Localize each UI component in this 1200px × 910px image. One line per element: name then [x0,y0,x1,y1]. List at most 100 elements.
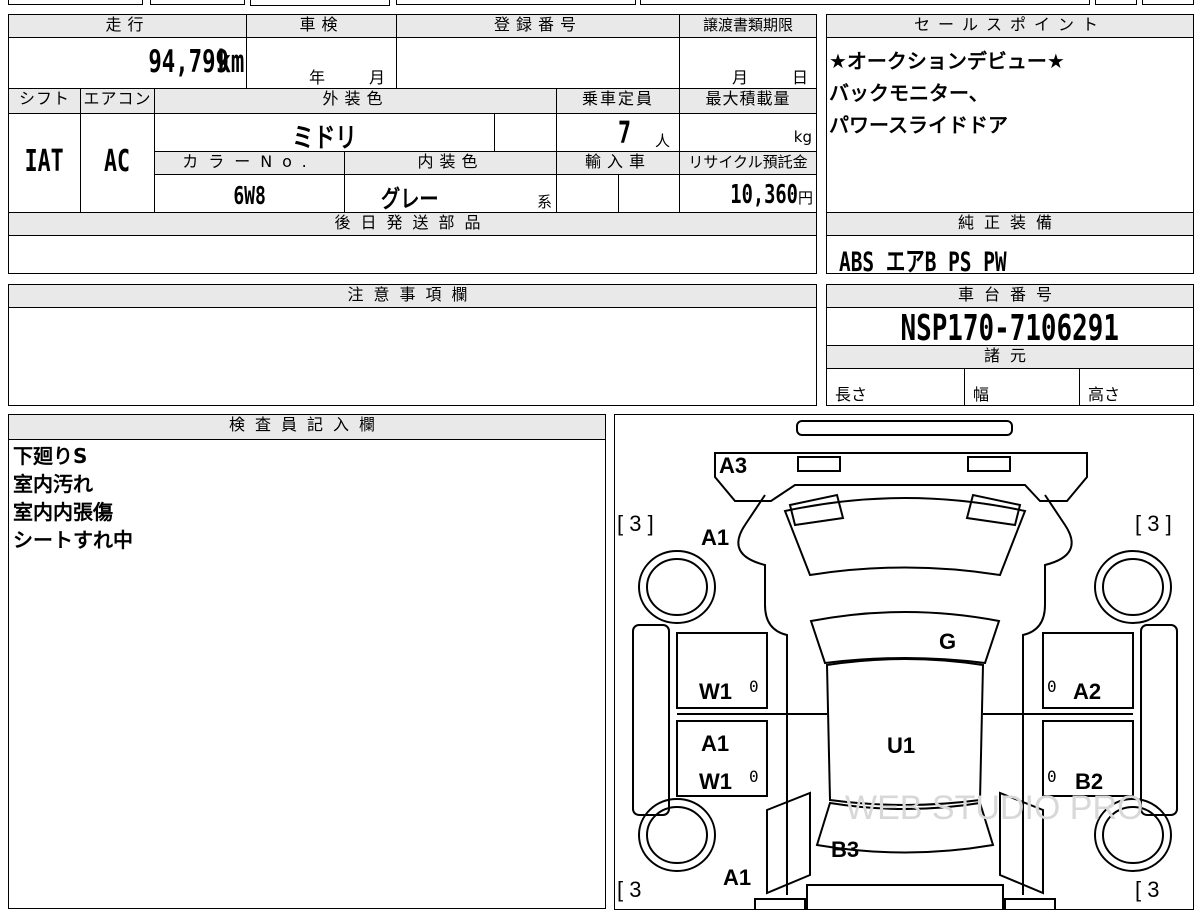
wheel-rear-left [638,798,716,872]
spec-height-cell: 高さ [1079,368,1194,406]
side-step-right [1140,624,1178,816]
import-cell-b [618,174,680,213]
import-header: 輸入車 [556,151,680,175]
recycle-cell: 10,360円 [679,174,817,213]
color-no-cell: 6W8 [154,174,345,213]
spec-width-cell: 幅 [964,368,1080,406]
mark-rear-left-door-a: A1 [701,731,730,756]
ac-value: AC [104,144,131,179]
shift-value: IAT [24,144,65,179]
wheel-front-left-inner [646,558,708,616]
chassis-cell: NSP170-7106291 [826,307,1194,349]
front-bumper-outline [714,452,1088,502]
notes-cell [8,307,817,406]
recycle-header: リサイクル預託金 [679,151,817,175]
notes-header: 注意事項欄 [8,284,817,308]
interior-color-header: 内装色 [344,151,557,175]
mark-rear-left-door-w: W1 [699,769,732,794]
transfer-month-label: 月 [732,68,749,87]
mileage-header: 走行 [8,14,247,38]
headlight-left [797,456,841,472]
exterior-color-value: ミドリ [292,123,357,154]
inspector-note-2: 室内汚れ [13,472,93,496]
hood-outline [783,497,1027,577]
interior-color-cell: グレー 系 [344,174,557,213]
spec-height-label: 高さ [1088,385,1121,404]
spec-length-cell: 長さ [826,368,965,406]
wheel-rear-left-inner [646,806,708,864]
inspector-notes-cell: 下廻りS 室内汚れ 室内内張傷 シートすれ中 [8,439,606,909]
mark-front-left-fender: A1 [701,525,730,550]
registration-cell [396,37,680,89]
capacity-unit: 人 [655,132,671,150]
tail-left [754,898,806,909]
top-cutoff-strip [0,0,1200,8]
inspector-note-3: 室内内張傷 [13,500,113,524]
selling-points-cell: ★オークションデビュー★ バックモニター、 パワースライドドア [826,37,1194,213]
front-grille-outline [796,420,1013,436]
inspection-year-label: 年 [309,68,326,87]
recycle-unit: 円 [797,189,813,207]
exterior-color-extra-cell [494,113,557,152]
windshield-outline [809,611,1001,665]
tire-tread-front-right: [ 3 ] [1135,511,1172,536]
inspection-month-label: 月 [369,68,386,87]
max-load-unit: kg [793,128,812,146]
transfer-deadline-header: 譲渡書類期限 [679,14,817,38]
chassis-header: 車台番号 [826,284,1194,308]
mark-trunk: B3 [831,837,860,862]
exterior-color-header: 外装色 [154,88,557,114]
interior-color-value: グレー [381,185,439,213]
wheel-front-left [638,550,716,624]
grille-left [788,493,845,527]
registration-header: 登録番号 [396,14,680,38]
genuine-equipment-value: ABS エアB PS PW [839,247,1007,278]
selling-points-header: セールスポイント [826,14,1194,38]
shift-cell: IAT [8,113,81,213]
mileage-cell: 94,799km [8,37,247,89]
interior-color-suffix: 系 [536,193,552,211]
mileage-unit: km [217,44,244,80]
tail-right [1004,898,1056,909]
mark-hood: G [939,629,957,654]
body-outline [737,494,788,895]
transfer-day-label: 日 [792,68,809,87]
selling-point-3: パワースライドドア [829,113,1008,137]
capacity-header: 乗車定員 [556,88,680,114]
inspector-note-1: 下廻りS [13,444,88,468]
later-parts-header: 後日発送部品 [8,212,817,236]
tire-tread-rear-right: [ 3 [1135,877,1160,902]
genuine-equipment-cell: ABS エアB PS PW [826,235,1194,278]
mark-front-bumper: A3 [719,453,748,478]
selling-point-1: ★オークションデビュー★ [829,49,1065,73]
car-diagram-panel: WEB STUDIO PRO A3 A1 G W1 0 0 A2 A1 W1 0… [614,414,1194,910]
color-no-value: 6W8 [233,181,266,210]
mark-rear-left-door-zero: 0 [749,767,759,786]
max-load-header: 最大積載量 [679,88,817,114]
spec-length-label: 長さ [835,385,868,404]
inspection-cell: 年 月 [246,37,397,89]
tire-tread-rear-left: [ 3 [617,877,642,902]
color-no-header: カラーNo. [154,151,345,175]
side-step-left [632,624,670,816]
mark-front-left-door-zero: 0 [749,677,759,696]
grille-right [965,493,1022,527]
import-cell-a [556,174,619,213]
exterior-color-cell: ミドリ [154,113,495,154]
capacity-cell: 7 人 [556,113,680,152]
wheel-front-right-inner [1102,558,1164,616]
mark-front-right-door: A2 [1073,679,1102,704]
inspector-note-4: シートすれ中 [13,528,133,552]
transfer-deadline-cell: 月 日 [679,37,817,89]
ac-header: エアコン [80,88,155,114]
recycle-value: 10,360 [730,180,798,210]
mark-rear-right-door-zero: 0 [1047,767,1057,786]
mark-rear-right-door: B2 [1075,769,1104,794]
wheel-front-right [1094,550,1172,624]
tire-tread-front-left: [ 3 ] [617,511,654,536]
selling-point-2: バックモニター、 [829,81,989,105]
inspection-header: 車検 [246,14,397,38]
headlight-right [967,456,1011,472]
chassis-value: NSP170-7106291 [900,308,1120,349]
rear-bumper-outline [806,884,1004,909]
